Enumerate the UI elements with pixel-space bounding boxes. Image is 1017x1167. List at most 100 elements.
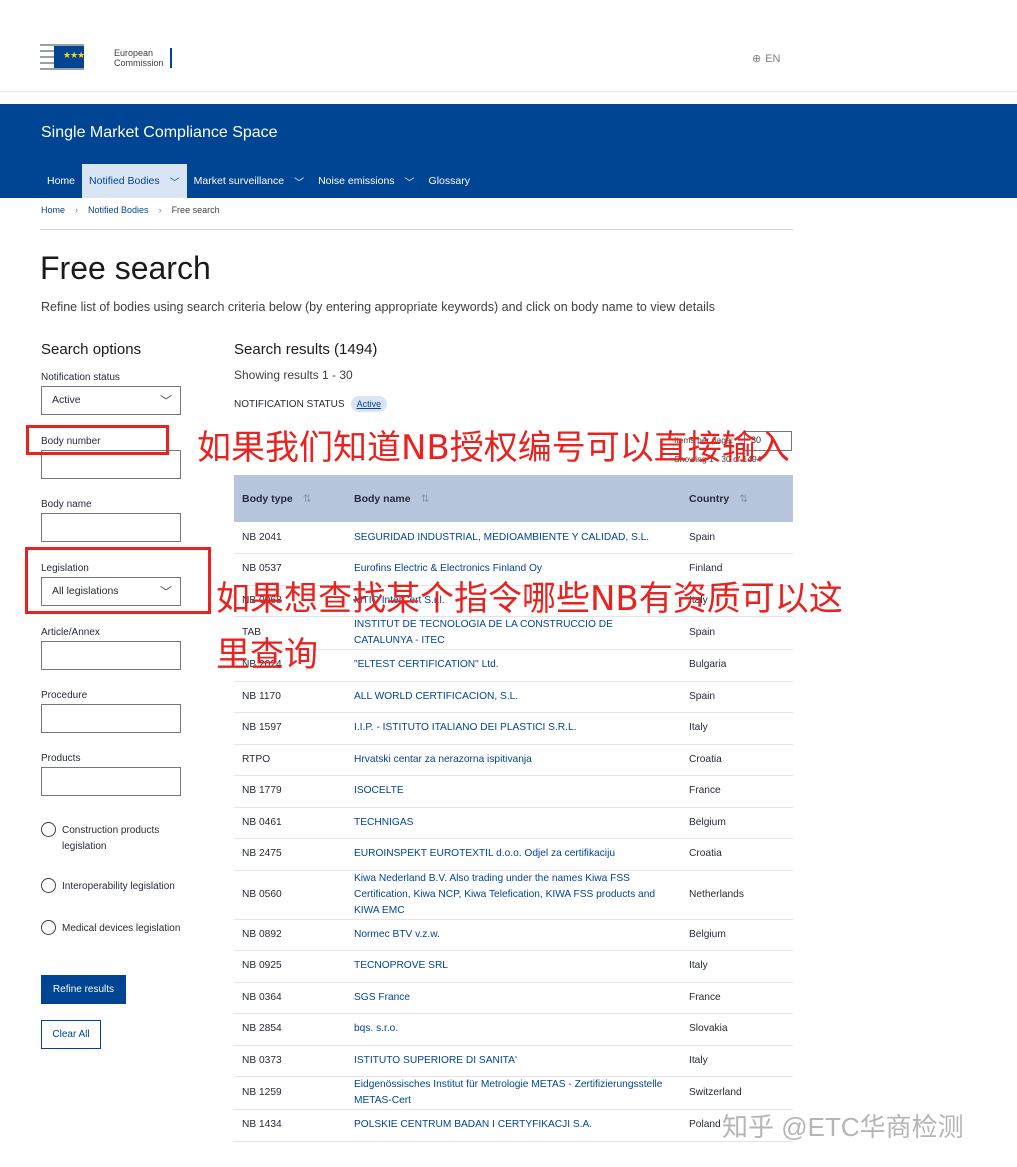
chevron-down-icon[interactable]: ﹀: [405, 174, 415, 189]
cell-body-type: NB 1170: [234, 681, 346, 713]
radio-medical-devices[interactable]: Medical devices legislation: [41, 920, 184, 937]
radio-circle[interactable]: [41, 822, 56, 837]
cell-country: Slovakia: [681, 1013, 793, 1046]
filter-pill-active[interactable]: Active: [350, 396, 388, 412]
notification-status-label: Notification status: [41, 372, 120, 383]
radio-interoperability[interactable]: Interoperability legislation: [41, 878, 184, 895]
watermark: 知乎 @ETC华商检测: [722, 1112, 964, 1142]
cell-body-name-link[interactable]: ISOCELTE: [346, 775, 681, 808]
nav-notified-bodies[interactable]: Notified Bodies ﹀: [82, 164, 187, 198]
sort-icon[interactable]: ⇅: [739, 493, 748, 505]
table-row[interactable]: NB 0925 TECNOPROVE SRL Italy: [234, 950, 793, 983]
column-label: Body type: [242, 492, 293, 505]
annotation-note-body-number: 如果我们知道NB授权编号可以直接输入: [197, 428, 790, 468]
sort-icon[interactable]: ⇅: [303, 493, 312, 505]
nav-glossary[interactable]: Glossary: [422, 164, 477, 198]
breadcrumb-notified-bodies[interactable]: Notified Bodies: [88, 205, 149, 215]
table-row[interactable]: NB 0461 TECHNIGAS Belgium: [234, 807, 793, 839]
cell-country: Croatia: [681, 838, 793, 871]
cell-body-name-link[interactable]: SGS France: [346, 982, 681, 1014]
ec-logo[interactable]: ★★★ European Commission: [40, 40, 172, 76]
cell-body-type: NB 0892: [234, 919, 346, 951]
table-row[interactable]: NB 0560 Kiwa Nederland B.V. Also trading …: [234, 870, 793, 920]
refine-results-button[interactable]: Refine results: [41, 975, 126, 1004]
language-switcher[interactable]: ⊕ EN: [752, 52, 781, 65]
cell-body-name-link[interactable]: Eidgenössisches Institut für Metrologie …: [346, 1076, 681, 1110]
body-name-input[interactable]: [41, 513, 181, 542]
products-input[interactable]: [41, 767, 181, 796]
radio-interop-label: Interoperability legislation: [62, 881, 175, 892]
site-title[interactable]: Single Market Compliance Space: [41, 124, 278, 142]
search-options-title: Search options: [41, 341, 142, 358]
divider: [40, 229, 793, 230]
radio-circle[interactable]: [41, 920, 56, 935]
body-name-label: Body name: [41, 499, 92, 510]
cell-body-type: NB 1597: [234, 712, 346, 745]
cell-body-name-link[interactable]: ISTITUTO SUPERIORE DI SANITA': [346, 1045, 681, 1077]
breadcrumb: Home › Notified Bodies › Free search: [41, 205, 230, 215]
cell-body-name-link[interactable]: bqs. s.r.o.: [346, 1013, 681, 1046]
cell-body-name-link[interactable]: TECNOPROVE SRL: [346, 950, 681, 983]
table-row[interactable]: NB 1779 ISOCELTE France: [234, 775, 793, 808]
cell-body-name-link[interactable]: TECHNIGAS: [346, 807, 681, 839]
cell-body-name-link[interactable]: I.I.P. - ISTITUTO ITALIANO DEI PLASTICI …: [346, 712, 681, 745]
cell-body-name-link[interactable]: SEGURIDAD INDUSTRIAL, MEDIOAMBIENTE Y CA…: [346, 522, 681, 554]
cell-body-name-link[interactable]: EUROINSPEKT EUROTEXTIL d.o.o. Odjel za c…: [346, 838, 681, 871]
table-row[interactable]: NB 2854 bqs. s.r.o. Slovakia: [234, 1013, 793, 1046]
sort-icon[interactable]: ⇅: [421, 493, 430, 505]
logo-text-line1: European: [114, 48, 154, 58]
globe-icon: ⊕: [752, 53, 762, 65]
logo-graphic: ★★★: [40, 40, 88, 76]
radio-construction-products[interactable]: Construction products legislation: [41, 822, 184, 855]
cell-country: France: [681, 775, 793, 808]
eu-flag-icon: ★★★: [54, 46, 85, 68]
table-row[interactable]: RTPO Hrvatski centar za nerazorna ispitiv…: [234, 744, 793, 776]
table-row[interactable]: NB 1259 Eidgenössisches Institut für Metr…: [234, 1076, 793, 1110]
breadcrumb-home[interactable]: Home: [41, 205, 65, 215]
filter-label: NOTIFICATION STATUS: [234, 398, 345, 410]
cell-body-type: NB 1779: [234, 775, 346, 808]
cell-body-name-link[interactable]: "ELTEST CERTIFICATION" Ltd.: [346, 649, 681, 682]
cell-body-name-link[interactable]: Hrvatski centar za nerazorna ispitivanja: [346, 744, 681, 776]
table-row[interactable]: NB 2041 SEGURIDAD INDUSTRIAL, MEDIOAMBIEN…: [234, 522, 793, 554]
nav-noise-emissions[interactable]: Noise emissions ﹀: [311, 164, 421, 198]
cell-body-name-link[interactable]: ALL WORLD CERTIFICACION, S.L.: [346, 681, 681, 713]
table-row[interactable]: NB 0373 ISTITUTO SUPERIORE DI SANITA' Ital…: [234, 1045, 793, 1077]
nav-home[interactable]: Home: [40, 164, 82, 198]
logo-text-line2: Commission: [114, 58, 164, 68]
procedure-input[interactable]: [41, 704, 181, 733]
radio-circle[interactable]: [41, 878, 56, 893]
article-annex-input[interactable]: [41, 641, 181, 670]
cell-country: Belgium: [681, 807, 793, 839]
table-row[interactable]: NB 1434 POLSKIE CENTRUM BADAN I CERTYFIKA…: [234, 1109, 793, 1142]
cell-body-name-link[interactable]: Kiwa Nederland B.V. Also trading under t…: [346, 870, 681, 920]
annotation-note-legislation-2: 里查询: [216, 635, 318, 675]
column-body-name[interactable]: Body name ⇅: [346, 475, 681, 522]
notification-status-value: Active: [52, 394, 81, 406]
radio-medical-label: Medical devices legislation: [62, 923, 181, 934]
main-nav: Home Notified Bodies ﹀ Market surveillanc…: [40, 164, 477, 198]
table-row[interactable]: NB 0892 Normec BTV v.z.w. Belgium: [234, 919, 793, 951]
table-row[interactable]: NB 0364 SGS France France: [234, 982, 793, 1014]
notification-status-select[interactable]: Active ﹀: [41, 386, 181, 415]
cell-body-name-link[interactable]: POLSKIE CENTRUM BADAN I CERTYFIKACJI S.A…: [346, 1109, 681, 1142]
article-annex-label: Article/Annex: [41, 627, 100, 638]
table-row[interactable]: NB 1597 I.I.P. - ISTITUTO ITALIANO DEI PL…: [234, 712, 793, 745]
chevron-right-icon: ›: [75, 205, 79, 215]
results-table: Body type ⇅ Body name ⇅ Country ⇅ NB 2041 SE…: [234, 475, 793, 1142]
products-label: Products: [41, 753, 81, 764]
chevron-down-icon[interactable]: ﹀: [294, 174, 304, 189]
cell-country: Netherlands: [681, 870, 793, 920]
cell-country: Bulgaria: [681, 649, 793, 682]
chevron-down-icon[interactable]: ﹀: [170, 174, 180, 189]
table-row[interactable]: NB 2475 EUROINSPEKT EUROTEXTIL d.o.o. Odj…: [234, 838, 793, 871]
cell-body-name-link[interactable]: Normec BTV v.z.w.: [346, 919, 681, 951]
cell-body-type: NB 0461: [234, 807, 346, 839]
cell-body-type: NB 0373: [234, 1045, 346, 1077]
column-body-type[interactable]: Body type ⇅: [234, 475, 346, 522]
nav-market-surveillance[interactable]: Market surveillance ﹀: [187, 164, 311, 198]
column-country[interactable]: Country ⇅: [681, 475, 793, 522]
chevron-right-icon: ›: [158, 205, 162, 215]
table-row[interactable]: NB 1170 ALL WORLD CERTIFICACION, S.L. Spai…: [234, 681, 793, 713]
clear-all-button[interactable]: Clear All: [41, 1020, 101, 1049]
